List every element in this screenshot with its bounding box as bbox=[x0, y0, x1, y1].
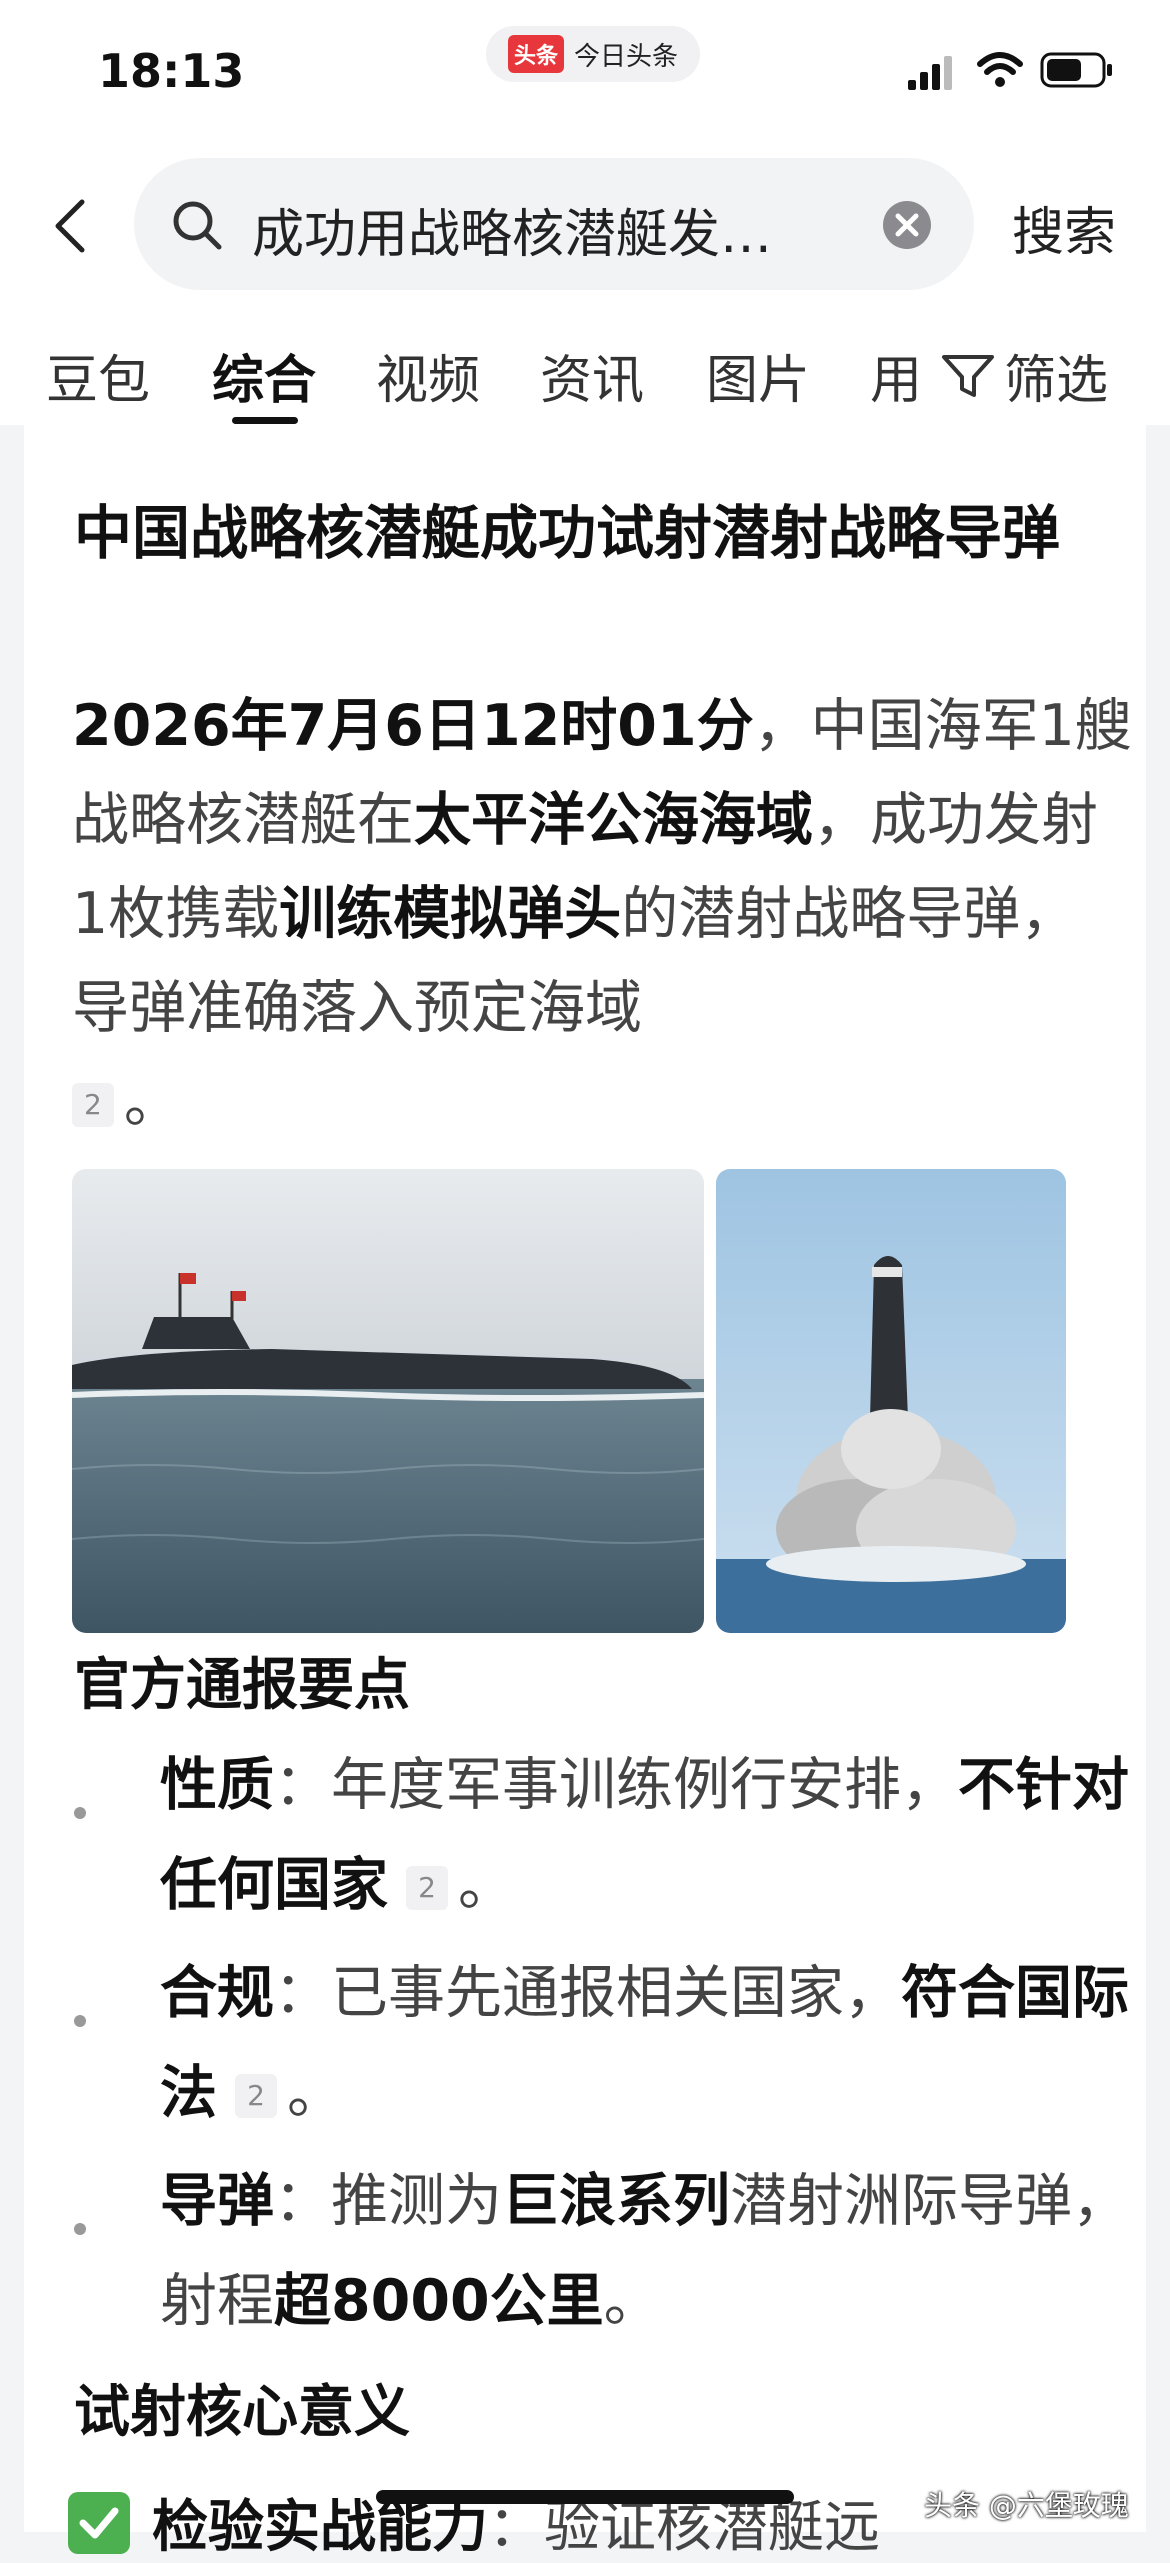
bullet-body: 推测为 bbox=[331, 2168, 502, 2234]
citation-badge[interactable]: 2 bbox=[406, 1866, 448, 1911]
bullet-end: 。 bbox=[286, 2060, 344, 2126]
summary-warhead: 训练模拟弹头 bbox=[279, 881, 622, 947]
tab-video[interactable]: 视频 bbox=[376, 338, 480, 413]
significance-bold: 检验实战能力 bbox=[152, 2495, 488, 2560]
active-tab-indicator bbox=[232, 417, 298, 424]
bullet-body: 年度军事训练例行安排， bbox=[331, 1752, 958, 1818]
citation-badge[interactable]: 2 bbox=[72, 1083, 114, 1128]
filter-icon bbox=[942, 354, 994, 397]
bullet-sep: ： bbox=[274, 2168, 331, 2234]
bullet-dot bbox=[74, 1807, 86, 1819]
status-time: 18:13 bbox=[98, 44, 245, 98]
summary-location: 太平洋公海海域 bbox=[414, 787, 813, 853]
bullet-bold: 巨浪系列 bbox=[502, 2168, 730, 2234]
summary-date: 2026年7月6日12时01分 bbox=[72, 693, 754, 759]
tab-doubao[interactable]: 豆包 bbox=[46, 338, 150, 413]
app-name: 今日头条 bbox=[574, 41, 679, 72]
bullet-sep: ： bbox=[274, 1752, 331, 1818]
search-query: 成功用战略核潜艇发… bbox=[252, 205, 773, 265]
search-input[interactable]: 成功用战略核潜艇发… bbox=[134, 158, 974, 290]
significance-rest: ：验证核潜艇远 bbox=[488, 2495, 880, 2560]
article-headline: 中国战略核潜艇成功试射潜射战略导弹 bbox=[74, 499, 1061, 567]
missile-illustration bbox=[716, 1169, 1066, 1633]
tab-comprehensive[interactable]: 综合 bbox=[212, 338, 316, 413]
app-indicator[interactable]: 头条 今日头条 bbox=[486, 26, 701, 82]
citation-badge[interactable]: 2 bbox=[235, 2074, 277, 2119]
summary-paragraph: 2026年7月6日12时01分，中国海军1艘战略核潜艇在太平洋公海海域，成功发射… bbox=[72, 679, 1132, 1149]
filter-label: 筛选 bbox=[1004, 351, 1109, 411]
clear-icon[interactable] bbox=[882, 200, 932, 250]
bullet-label: 导弹 bbox=[160, 2168, 274, 2234]
bullet-dot bbox=[74, 2223, 86, 2235]
search-header: 成功用战略核潜艇发… 搜索 bbox=[0, 150, 1170, 300]
bullet-sep: ： bbox=[274, 1960, 331, 2026]
bullet-text: 合规：已事先通报相关国家，符合国际法 2。 bbox=[160, 1943, 1160, 2143]
bullet-body: 已事先通报相关国家， bbox=[331, 1960, 901, 2026]
check-icon bbox=[68, 2491, 130, 2554]
status-bar: 18:13 头条 今日头条 bbox=[0, 0, 1170, 150]
cellular-signal-icon bbox=[908, 56, 952, 90]
battery-icon bbox=[1040, 52, 1112, 88]
tab-images[interactable]: 图片 bbox=[706, 338, 810, 413]
watermark: 头条 @六堡玫瑰 bbox=[924, 2489, 1129, 2522]
summary-end: 。 bbox=[123, 1069, 181, 1135]
bullet-end: 。 bbox=[603, 2268, 661, 2334]
bullet-label: 合规 bbox=[160, 1960, 274, 2026]
bullet-label: 性质 bbox=[160, 1752, 274, 1818]
bullet-end: 。 bbox=[457, 1852, 515, 1918]
section-significance: 试射核心意义 bbox=[74, 2380, 410, 2445]
submarine-illustration bbox=[72, 1169, 704, 1633]
search-icon bbox=[173, 201, 222, 250]
bullet-dot bbox=[74, 2015, 86, 2027]
section-official-notice: 官方通报要点 bbox=[74, 1653, 410, 1718]
search-button[interactable]: 搜索 bbox=[1012, 190, 1116, 265]
missile-launch-photo[interactable] bbox=[716, 1169, 1066, 1633]
home-indicator[interactable] bbox=[376, 2490, 794, 2504]
ai-answer-card: 中国战略核潜艇成功试射潜射战略导弹 2026年7月6日12时01分，中国海军1艘… bbox=[24, 425, 1146, 2560]
filter-button[interactable]: 筛选 bbox=[940, 338, 1109, 413]
bullet-bold-2: 超8000公里 bbox=[274, 2268, 604, 2334]
category-tabs: 豆包 综合 视频 资讯 图片 用 筛选 bbox=[0, 300, 1170, 425]
bullet-text: 性质：年度军事训练例行安排，不针对任何国家 2。 bbox=[160, 1735, 1160, 1935]
wifi-icon bbox=[977, 52, 1023, 87]
back-icon[interactable] bbox=[50, 196, 90, 256]
app-badge: 头条 bbox=[508, 35, 565, 73]
tab-more[interactable]: 用 bbox=[870, 338, 922, 413]
submarine-photo[interactable] bbox=[72, 1169, 704, 1633]
bullet-text: 导弹：推测为巨浪系列潜射洲际导弹，射程超8000公里。 bbox=[160, 2151, 1160, 2351]
tab-news[interactable]: 资讯 bbox=[540, 338, 644, 413]
